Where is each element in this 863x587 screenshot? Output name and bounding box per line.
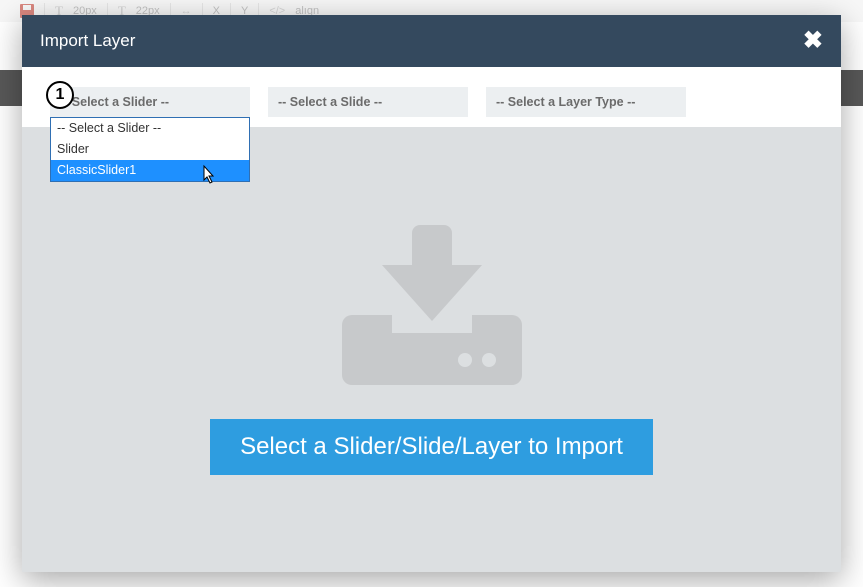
- slider-option-classicslider1[interactable]: ClassicSlider1: [51, 160, 249, 181]
- layer-type-select[interactable]: -- Select a Layer Type --: [486, 87, 686, 117]
- import-layer-modal: Import Layer ✖ 1 -- Select a Slider -- -…: [22, 15, 841, 572]
- layer-type-select-placeholder: -- Select a Layer Type --: [496, 95, 635, 109]
- slider-dropdown[interactable]: -- Select a Slider -- Slider ClassicSlid…: [50, 117, 250, 182]
- slide-select-placeholder: -- Select a Slide --: [278, 95, 382, 109]
- slide-select[interactable]: -- Select a Slide --: [268, 87, 468, 117]
- download-icon: [342, 225, 522, 385]
- slider-select-placeholder: -- Select a Slider --: [60, 95, 169, 109]
- slider-option-slider[interactable]: Slider: [51, 139, 249, 160]
- modal-title: Import Layer: [40, 31, 135, 51]
- close-icon[interactable]: ✖: [803, 29, 823, 53]
- slider-option-placeholder[interactable]: -- Select a Slider --: [51, 118, 249, 139]
- step-badge-1: 1: [46, 81, 74, 109]
- modal-header: Import Layer ✖: [22, 15, 841, 67]
- stage-area: Select a Slider/Slide/Layer to Import: [22, 127, 841, 572]
- slider-select[interactable]: -- Select a Slider --: [50, 87, 250, 117]
- selectors-row: 1 -- Select a Slider -- -- Select a Slid…: [22, 67, 841, 127]
- select-to-import-button[interactable]: Select a Slider/Slide/Layer to Import: [210, 419, 653, 475]
